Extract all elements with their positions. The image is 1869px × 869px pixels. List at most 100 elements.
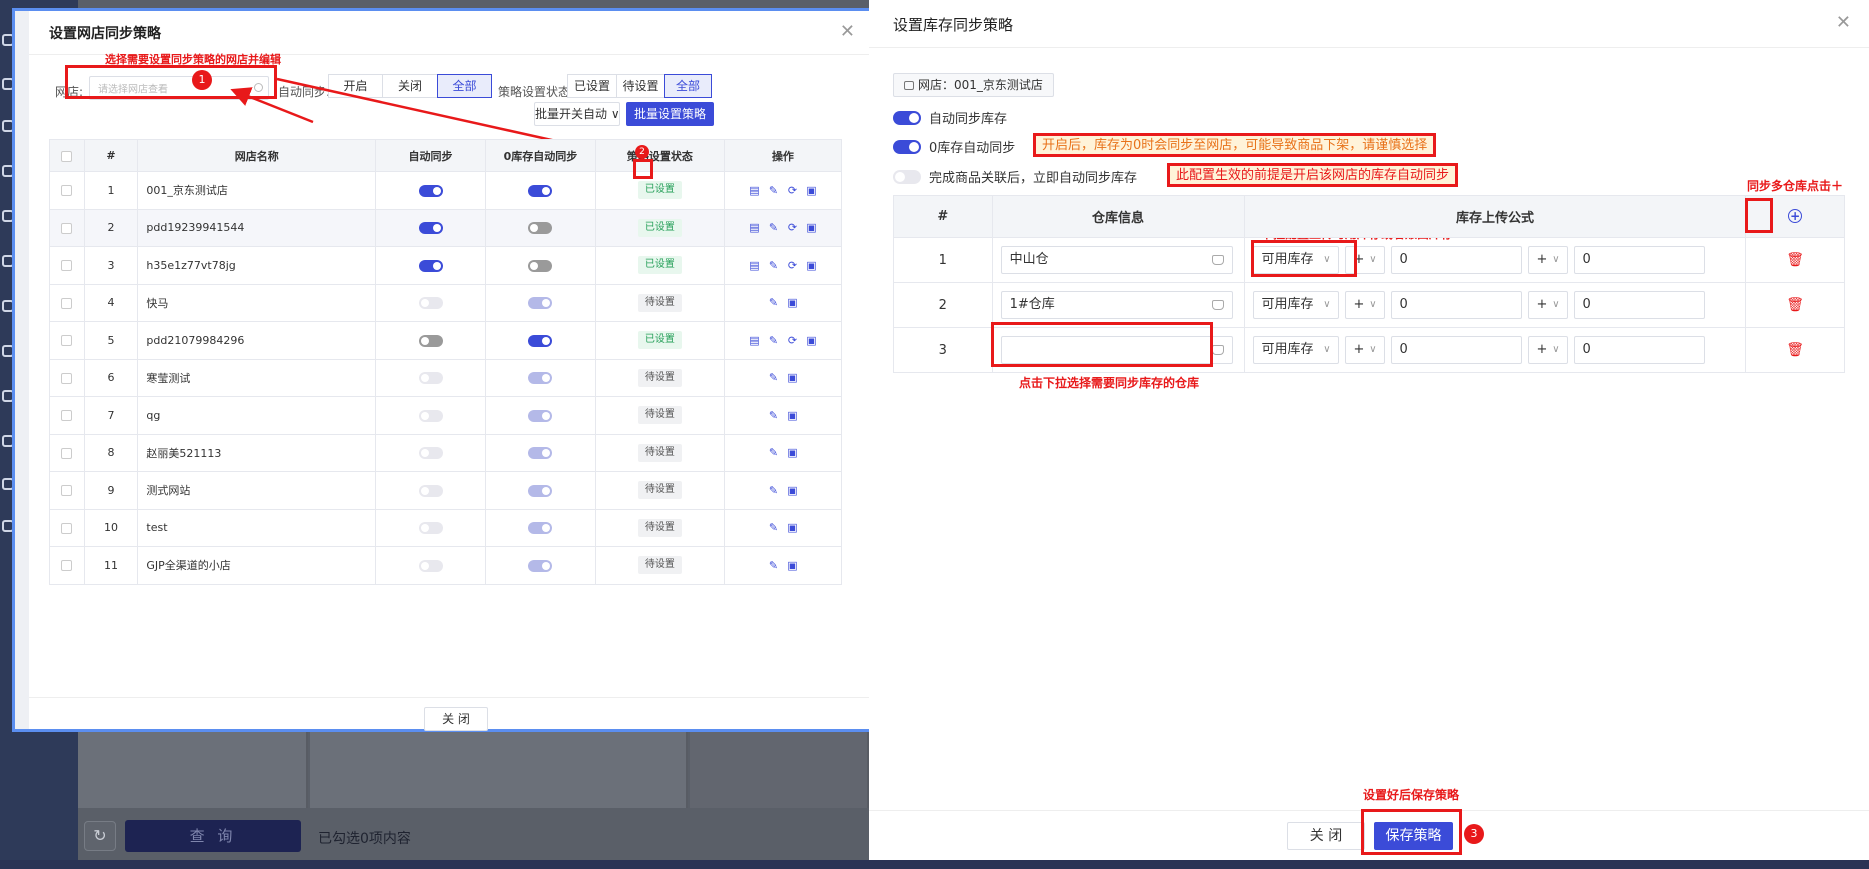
row-checkbox[interactable] <box>61 222 73 234</box>
zero-sync-toggle[interactable] <box>528 334 553 347</box>
row-checkbox[interactable] <box>61 410 73 422</box>
edit-icon[interactable]: ✎ <box>767 409 779 422</box>
select-all-checkbox[interactable] <box>61 150 73 162</box>
zero-sync-toggle[interactable] <box>528 484 553 497</box>
copy-icon[interactable]: ▣ <box>805 259 817 272</box>
copy-icon[interactable]: ▣ <box>786 297 798 309</box>
strategy-pending[interactable]: 待设置 <box>616 74 665 98</box>
zero-sync-toggle[interactable] <box>528 409 553 422</box>
copy-icon[interactable]: ▣ <box>805 184 817 197</box>
zero-sync-toggle[interactable] <box>528 297 553 310</box>
warehouse-select[interactable]: 1#仓库 <box>1000 291 1233 319</box>
edit-icon[interactable]: ✎ <box>767 222 779 234</box>
row-checkbox[interactable] <box>61 447 73 459</box>
auto-sync-toggle[interactable] <box>418 559 443 572</box>
copy-icon[interactable]: ▣ <box>786 447 798 459</box>
copy-icon[interactable]: ▣ <box>786 372 798 384</box>
copy-icon[interactable]: ▣ <box>786 484 798 497</box>
col-check[interactable] <box>49 139 85 172</box>
formula-type-select[interactable]: 可用库存 ∨ <box>1252 336 1339 364</box>
row-check[interactable] <box>49 433 85 472</box>
row-check[interactable] <box>49 171 85 210</box>
operator-select-1[interactable]: + ∨ <box>1344 291 1385 319</box>
operator-select-1[interactable]: + ∨ <box>1344 336 1385 364</box>
query-button[interactable]: 查 询 <box>125 820 301 852</box>
strategy-all[interactable]: 全部 <box>664 74 712 98</box>
edit-icon[interactable]: ✎ <box>767 334 779 347</box>
view-log-icon[interactable]: ▤ <box>748 259 760 272</box>
zero-sync-toggle[interactable] <box>528 222 553 235</box>
modal-close-button[interactable]: 关 闭 <box>424 707 488 731</box>
zero-sync-toggle[interactable] <box>528 372 553 385</box>
row-check[interactable] <box>49 396 85 435</box>
row-check[interactable] <box>49 358 85 397</box>
edit-icon[interactable]: ✎ <box>767 484 779 497</box>
row-checkbox[interactable] <box>61 522 73 534</box>
formula-value-input-1[interactable]: 0 <box>1390 336 1522 364</box>
formula-value-input-2[interactable]: 0 <box>1573 336 1705 364</box>
add-warehouse-icon[interactable]: + <box>1788 209 1803 223</box>
close-icon[interactable]: ✕ <box>840 21 855 42</box>
zero-sync-toggle[interactable] <box>528 184 553 197</box>
edit-icon[interactable]: ✎ <box>767 372 779 384</box>
refresh-icon[interactable]: ↻ <box>84 821 116 851</box>
row-check[interactable] <box>49 508 85 547</box>
row-check[interactable] <box>49 208 85 247</box>
auto-sync-switch[interactable] <box>893 110 921 125</box>
auto-sync-toggle[interactable] <box>418 259 443 272</box>
copy-icon[interactable]: ▣ <box>786 409 798 422</box>
sync-icon[interactable]: ⟳ <box>786 222 798 234</box>
auto-sync-toggle[interactable] <box>418 372 443 385</box>
view-log-icon[interactable]: ▤ <box>748 222 760 234</box>
auto-sync-toggle[interactable] <box>418 522 443 535</box>
row-checkbox[interactable] <box>61 260 73 272</box>
row-checkbox[interactable] <box>61 560 73 572</box>
auto-sync-toggle[interactable] <box>418 447 443 460</box>
row-checkbox[interactable] <box>61 185 73 197</box>
auto-sync-toggle[interactable] <box>418 484 443 497</box>
formula-value-input-1[interactable]: 0 <box>1390 291 1522 319</box>
copy-icon[interactable]: ▣ <box>805 222 817 234</box>
row-check[interactable] <box>49 246 85 285</box>
warehouse-select[interactable]: 中山仓 <box>1000 246 1233 274</box>
edit-icon[interactable]: ✎ <box>767 259 779 272</box>
edit-icon[interactable]: ✎ <box>767 559 779 572</box>
delete-icon[interactable]: 🗑 <box>1786 297 1804 313</box>
row-check[interactable] <box>49 283 85 322</box>
edit-icon[interactable]: ✎ <box>767 447 779 459</box>
link-sync-switch[interactable] <box>893 169 921 184</box>
auto-sync-on[interactable]: 开启 <box>328 74 383 98</box>
copy-icon[interactable]: ▣ <box>786 559 798 572</box>
copy-icon[interactable]: ▣ <box>786 522 798 534</box>
sync-icon[interactable]: ⟳ <box>786 259 798 272</box>
sync-icon[interactable]: ⟳ <box>786 334 798 347</box>
zero-stock-sync-switch[interactable] <box>893 139 921 154</box>
view-log-icon[interactable]: ▤ <box>748 334 760 347</box>
copy-icon[interactable]: ▣ <box>805 334 817 347</box>
delete-icon[interactable]: 🗑 <box>1786 252 1804 268</box>
row-check[interactable] <box>49 546 85 585</box>
auto-sync-off[interactable]: 关闭 <box>382 74 438 98</box>
row-check[interactable] <box>49 321 85 360</box>
auto-sync-all[interactable]: 全部 <box>437 74 492 98</box>
drawer-close-button[interactable]: 关 闭 <box>1287 822 1365 850</box>
auto-sync-toggle[interactable] <box>418 334 443 347</box>
formula-value-input-1[interactable]: 0 <box>1390 246 1522 274</box>
formula-value-input-2[interactable]: 0 <box>1573 291 1705 319</box>
edit-icon[interactable]: ✎ <box>767 184 779 197</box>
zero-sync-toggle[interactable] <box>528 447 553 460</box>
auto-sync-toggle[interactable] <box>418 184 443 197</box>
edit-icon[interactable]: ✎ <box>767 297 779 309</box>
batch-toggle-dropdown[interactable]: 批量开关自动 ∨ <box>534 102 620 126</box>
close-icon[interactable]: ✕ <box>1836 12 1851 33</box>
strategy-set[interactable]: 已设置 <box>567 74 617 98</box>
edit-icon[interactable]: ✎ <box>767 522 779 534</box>
formula-value-input-2[interactable]: 0 <box>1573 246 1705 274</box>
batch-set-strategy-button[interactable]: 批量设置策略 <box>626 102 714 126</box>
operator-select-2[interactable]: + ∨ <box>1527 246 1568 274</box>
row-checkbox[interactable] <box>61 372 73 384</box>
operator-select-2[interactable]: + ∨ <box>1527 291 1568 319</box>
auto-sync-toggle[interactable] <box>418 297 443 310</box>
row-check[interactable] <box>49 471 85 510</box>
view-log-icon[interactable]: ▤ <box>748 184 760 197</box>
